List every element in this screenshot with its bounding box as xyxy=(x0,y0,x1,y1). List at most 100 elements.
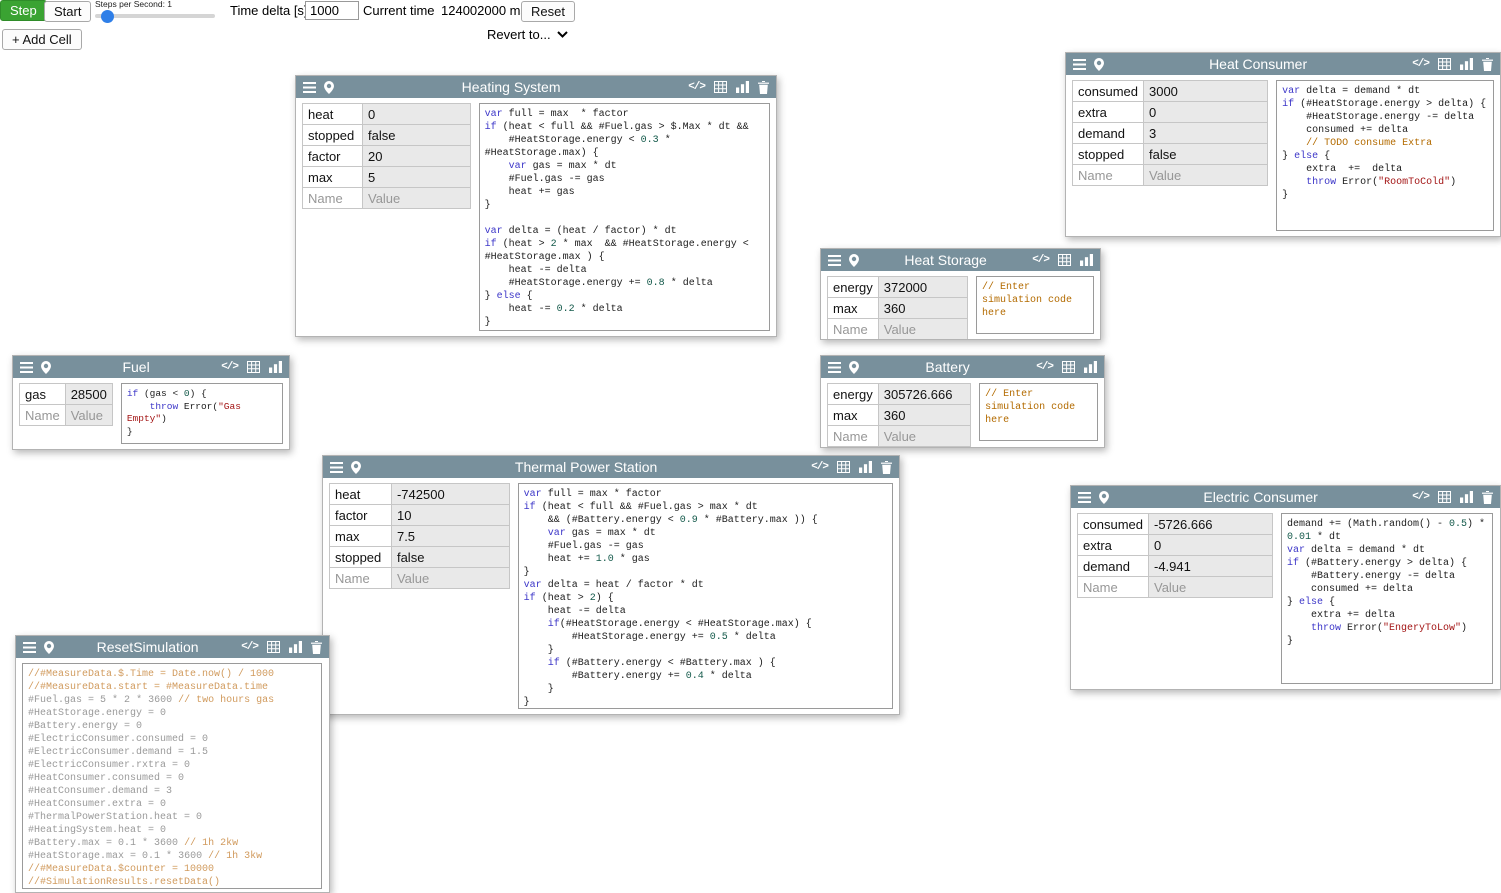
property-value[interactable]: -4.941 xyxy=(1148,556,1272,577)
menu-icon[interactable] xyxy=(1078,492,1091,503)
table-view-icon[interactable] xyxy=(1058,254,1071,266)
property-value[interactable]: 305726.666 xyxy=(878,384,970,405)
property-value[interactable]: 360 xyxy=(878,298,967,319)
menu-icon[interactable] xyxy=(23,642,36,653)
table-view-icon[interactable] xyxy=(837,461,850,473)
property-value[interactable]: false xyxy=(1143,144,1267,165)
pin-icon[interactable] xyxy=(351,461,361,474)
pin-icon[interactable] xyxy=(1094,58,1104,71)
cell-header[interactable]: Heating System </> xyxy=(296,76,776,98)
code-editor[interactable]: var full = max * factor if (heat < full … xyxy=(479,103,770,331)
property-value[interactable]: 28500 xyxy=(65,384,112,405)
code-view-icon[interactable]: </> xyxy=(1036,362,1053,373)
chart-view-icon[interactable] xyxy=(1084,361,1097,373)
table-view-icon[interactable] xyxy=(247,361,260,373)
chart-view-icon[interactable] xyxy=(1080,254,1093,266)
new-property-value-input[interactable]: Value xyxy=(65,405,112,426)
chart-view-icon[interactable] xyxy=(269,361,282,373)
pin-icon[interactable] xyxy=(324,81,334,94)
chart-view-icon[interactable] xyxy=(289,641,302,653)
pin-icon[interactable] xyxy=(849,361,859,374)
cell-header[interactable]: Battery </> xyxy=(821,356,1104,378)
step-button[interactable]: Step xyxy=(0,0,47,21)
delete-icon[interactable] xyxy=(311,641,322,654)
new-property-value-input[interactable]: Value xyxy=(362,188,470,209)
code-editor[interactable]: var full = max * factor if (heat < full … xyxy=(518,483,893,709)
property-value[interactable]: 20 xyxy=(362,146,470,167)
menu-icon[interactable] xyxy=(303,82,316,93)
table-view-icon[interactable] xyxy=(267,641,280,653)
time-delta-input[interactable] xyxy=(305,1,359,20)
delete-icon[interactable] xyxy=(881,461,892,474)
property-value[interactable]: 360 xyxy=(878,405,970,426)
menu-icon[interactable] xyxy=(330,462,343,473)
code-view-icon[interactable]: </> xyxy=(1412,59,1429,70)
new-property-value-input[interactable]: Value xyxy=(1143,165,1267,186)
add-cell-button[interactable]: + Add Cell xyxy=(2,29,82,50)
menu-icon[interactable] xyxy=(1073,59,1086,70)
property-value[interactable]: 0 xyxy=(1143,102,1267,123)
code-editor[interactable]: demand += (Math.random() - 0.5) * 0.01 *… xyxy=(1281,513,1493,684)
code-view-icon[interactable]: </> xyxy=(1032,255,1049,266)
new-property-name-input[interactable]: Name xyxy=(828,426,879,447)
cell-header[interactable]: Thermal Power Station </> xyxy=(323,456,899,478)
menu-icon[interactable] xyxy=(20,362,33,373)
delete-icon[interactable] xyxy=(1482,58,1493,71)
code-view-icon[interactable]: </> xyxy=(241,642,258,653)
pin-icon[interactable] xyxy=(849,254,859,267)
steps-per-second-slider[interactable] xyxy=(95,9,215,23)
cell-header[interactable]: Heat Consumer </> xyxy=(1066,53,1500,75)
property-value[interactable]: 3 xyxy=(1143,123,1267,144)
cell-header[interactable]: Fuel </> xyxy=(13,356,289,378)
table-view-icon[interactable] xyxy=(1062,361,1075,373)
new-property-value-input[interactable]: Value xyxy=(878,426,970,447)
revert-dropdown[interactable]: Revert to... xyxy=(487,27,568,42)
property-value[interactable]: -742500 xyxy=(391,484,509,505)
property-value[interactable]: 10 xyxy=(391,505,509,526)
code-view-icon[interactable]: </> xyxy=(811,462,828,473)
delete-icon[interactable] xyxy=(758,81,769,94)
property-value[interactable]: false xyxy=(362,125,470,146)
menu-icon[interactable] xyxy=(828,255,841,266)
menu-icon[interactable] xyxy=(828,362,841,373)
new-property-name-input[interactable]: Name xyxy=(828,319,879,340)
new-property-name-input[interactable]: Name xyxy=(303,188,363,209)
delete-icon[interactable] xyxy=(1482,491,1493,504)
new-property-value-input[interactable]: Value xyxy=(878,319,967,340)
code-editor[interactable]: var delta = demand * dt if (#HeatStorage… xyxy=(1276,80,1494,231)
new-property-value-input[interactable]: Value xyxy=(391,568,509,589)
table-view-icon[interactable] xyxy=(1438,491,1451,503)
pin-icon[interactable] xyxy=(1099,491,1109,504)
table-view-icon[interactable] xyxy=(714,81,727,93)
pin-icon[interactable] xyxy=(44,641,54,654)
start-button[interactable]: Start xyxy=(44,1,91,22)
reset-button[interactable]: Reset xyxy=(521,1,575,22)
table-view-icon[interactable] xyxy=(1438,58,1451,70)
property-value[interactable]: 5 xyxy=(362,167,470,188)
code-editor[interactable]: if (gas < 0) { throw Error("Gas Empty") … xyxy=(121,383,283,444)
property-value[interactable]: 0 xyxy=(1148,535,1272,556)
new-property-name-input[interactable]: Name xyxy=(20,405,66,426)
code-editor[interactable]: //#MeasureData.$.Time = Date.now() / 100… xyxy=(22,663,322,889)
property-value[interactable]: 0 xyxy=(362,104,470,125)
cell-header[interactable]: Electric Consumer </> xyxy=(1071,486,1500,508)
pin-icon[interactable] xyxy=(41,361,51,374)
property-value[interactable]: 372000 xyxy=(878,277,967,298)
chart-view-icon[interactable] xyxy=(736,81,749,93)
new-property-name-input[interactable]: Name xyxy=(1073,165,1144,186)
new-property-name-input[interactable]: Name xyxy=(330,568,392,589)
property-value[interactable]: -5726.666 xyxy=(1148,514,1272,535)
new-property-value-input[interactable]: Value xyxy=(1148,577,1272,598)
property-value[interactable]: 7.5 xyxy=(391,526,509,547)
chart-view-icon[interactable] xyxy=(1460,491,1473,503)
code-view-icon[interactable]: </> xyxy=(688,82,705,93)
chart-view-icon[interactable] xyxy=(1460,58,1473,70)
code-editor[interactable]: // Enter simulation code here xyxy=(979,383,1098,441)
new-property-name-input[interactable]: Name xyxy=(1078,577,1149,598)
cell-header[interactable]: ResetSimulation </> xyxy=(16,636,329,658)
code-view-icon[interactable]: </> xyxy=(221,362,238,373)
code-view-icon[interactable]: </> xyxy=(1412,492,1429,503)
cell-header[interactable]: Heat Storage </> xyxy=(821,249,1100,271)
property-value[interactable]: 3000 xyxy=(1143,81,1267,102)
code-editor[interactable]: // Enter simulation code here xyxy=(976,276,1094,334)
